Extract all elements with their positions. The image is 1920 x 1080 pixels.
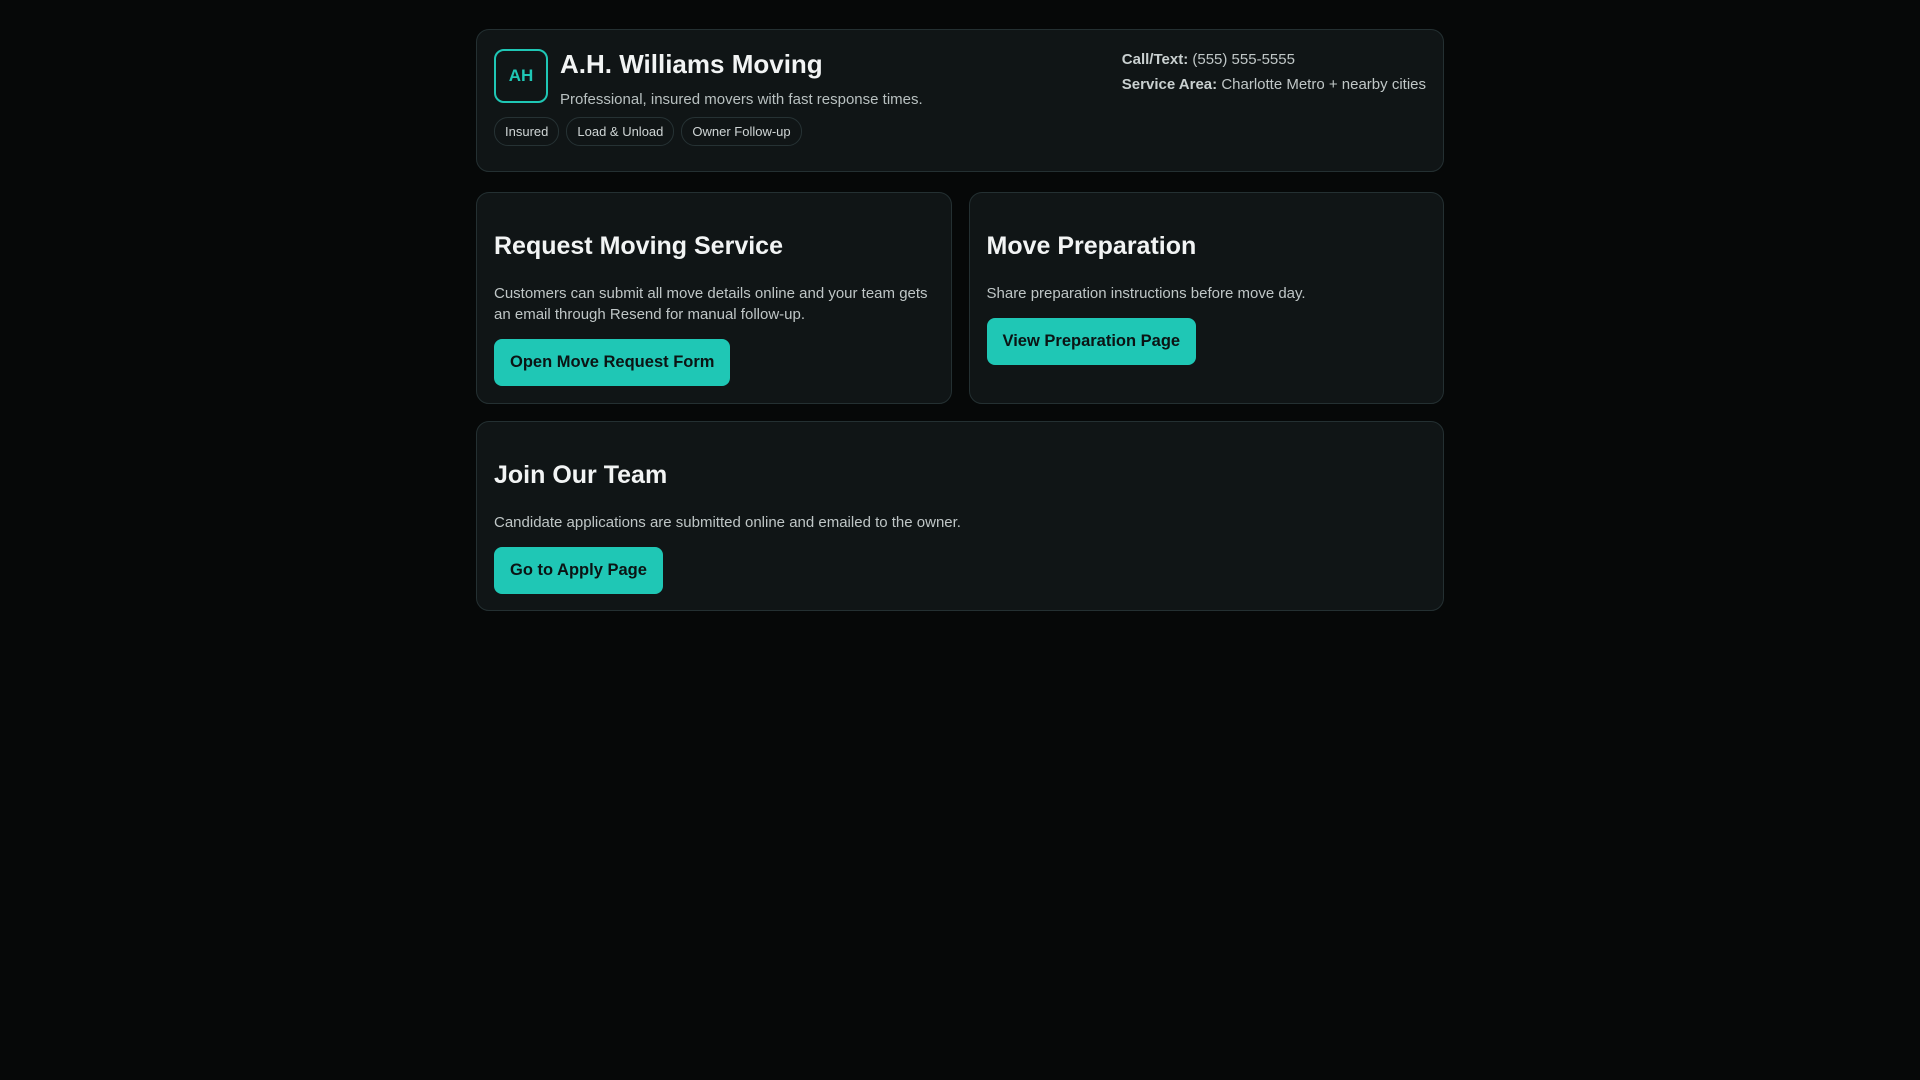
request-service-card: Request Moving Service Customers can sub… — [476, 192, 952, 404]
view-preparation-page-button[interactable]: View Preparation Page — [986, 318, 1197, 365]
service-area-value: Charlotte Metro + nearby cities — [1221, 76, 1426, 93]
tagline: Professional, insured movers with fast r… — [560, 91, 923, 108]
tag-list: Insured Load & Unload Owner Follow-up — [494, 117, 923, 146]
card-text: Share preparation instructions before mo… — [986, 285, 1306, 302]
card-title: Move Preparation — [986, 232, 1197, 260]
contact-info: Call/Text: (555) 555-5555 Service Area: … — [1122, 49, 1426, 154]
call-label: Call/Text: — [1121, 51, 1189, 68]
service-area-label: Service Area: — [1121, 76, 1218, 93]
card-text: Candidate applications are submitted onl… — [494, 514, 961, 531]
phone-number[interactable]: (555) 555-5555 — [1192, 51, 1295, 68]
card-text: Customers can submit all move details on… — [494, 285, 928, 323]
open-move-request-form-button[interactable]: Open Move Request Form — [494, 339, 731, 386]
move-preparation-card: Move Preparation Share preparation instr… — [968, 192, 1444, 404]
join-team-card: Join Our Team Candidate applications are… — [476, 421, 1444, 611]
card-title: Request Moving Service — [494, 232, 783, 260]
tag-load-unload: Load & Unload — [566, 117, 675, 146]
tag-owner-follow-up: Owner Follow-up — [681, 117, 802, 146]
business-header: AH A.H. Williams Moving Professional, in… — [476, 29, 1444, 172]
page-container: AH A.H. Williams Moving Professional, in… — [476, 29, 1444, 611]
tag-insured: Insured — [494, 117, 560, 146]
logo-badge: AH — [494, 49, 548, 103]
go-to-apply-page-button[interactable]: Go to Apply Page — [494, 547, 663, 594]
card-title: Join Our Team — [494, 461, 668, 489]
business-name: A.H. Williams Moving — [560, 49, 823, 79]
